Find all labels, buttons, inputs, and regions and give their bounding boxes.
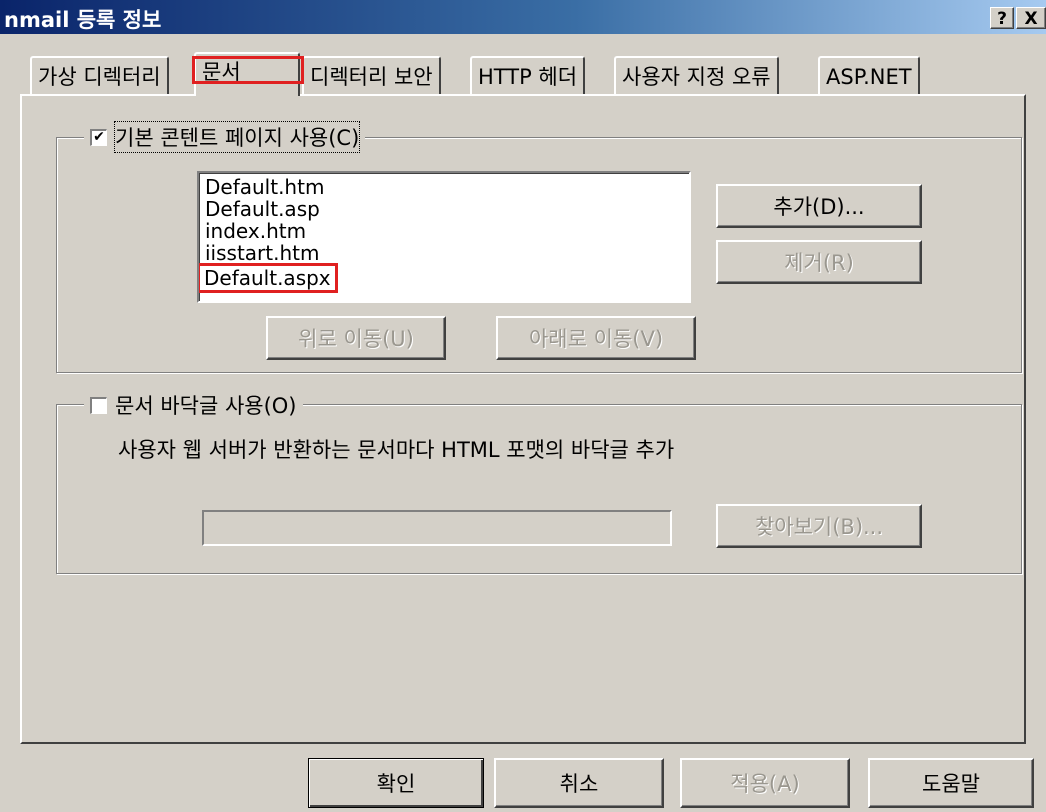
list-item[interactable]: index.htm — [205, 219, 306, 243]
default-content-label: 기본 콘텐트 페이지 사용(C) — [113, 121, 361, 153]
ok-button[interactable]: 확인 — [308, 758, 484, 808]
tab-documents[interactable]: 문서 — [192, 52, 304, 96]
default-documents-list[interactable]: Default.htm Default.asp index.htm iissta… — [197, 171, 691, 303]
footer-description: 사용자 웹 서버가 반환하는 문서마다 HTML 포맷의 바닥글 추가 — [118, 438, 675, 462]
tab-virtual-directory[interactable]: 가상 디렉터리 — [30, 56, 169, 94]
tab-label: 문서 — [202, 60, 241, 84]
tab-http-headers[interactable]: HTTP 헤더 — [470, 56, 586, 94]
cancel-button[interactable]: 취소 — [494, 758, 664, 808]
tab-label: 사용자 지정 오류 — [622, 65, 771, 89]
list-item[interactable]: Default.asp — [205, 197, 320, 221]
apply-button[interactable]: 적용(A) — [680, 758, 850, 808]
tab-label: 가상 디렉터리 — [38, 65, 161, 89]
footer-group — [56, 404, 1022, 574]
close-button[interactable]: X — [1016, 7, 1046, 29]
tab-label: HTTP 헤더 — [478, 65, 578, 89]
footer-path-field[interactable] — [202, 510, 672, 546]
add-button[interactable]: 추가(D)... — [716, 184, 922, 228]
default-content-checkbox-row[interactable]: ✔ 기본 콘텐트 페이지 사용(C) — [84, 121, 366, 153]
move-up-button[interactable]: 위로 이동(U) — [266, 316, 446, 360]
tab-directory-security[interactable]: 디렉터리 보안 — [302, 56, 441, 94]
footer-label: 문서 바닥글 사용(O) — [115, 394, 297, 418]
list-item-highlighted[interactable]: Default.aspx — [199, 263, 338, 293]
help-dialog-button[interactable]: 도움말 — [868, 758, 1034, 808]
tab-aspnet[interactable]: ASP.NET — [818, 56, 920, 94]
tab-panel: ✔ 기본 콘텐트 페이지 사용(C) Default.htm Default.a… — [20, 94, 1026, 744]
title-bar[interactable]: nmail 등록 정보 ? X — [0, 0, 1046, 34]
footer-checkbox-row[interactable]: 문서 바닥글 사용(O) — [84, 390, 303, 420]
move-down-button[interactable]: 아래로 이동(V) — [496, 316, 696, 360]
tab-label: ASP.NET — [826, 65, 912, 89]
tab-label: 디렉터리 보안 — [310, 65, 433, 89]
browse-button[interactable]: 찾아보기(B)... — [716, 504, 922, 548]
list-item[interactable]: iisstart.htm — [205, 241, 319, 265]
window-title: nmail 등록 정보 — [4, 8, 162, 32]
default-content-checkbox[interactable]: ✔ — [90, 128, 107, 146]
help-button[interactable]: ? — [990, 7, 1014, 29]
footer-checkbox[interactable] — [90, 396, 107, 414]
list-item[interactable]: Default.htm — [205, 175, 324, 199]
tab-custom-errors[interactable]: 사용자 지정 오류 — [614, 56, 779, 94]
remove-button[interactable]: 제거(R) — [716, 240, 922, 284]
